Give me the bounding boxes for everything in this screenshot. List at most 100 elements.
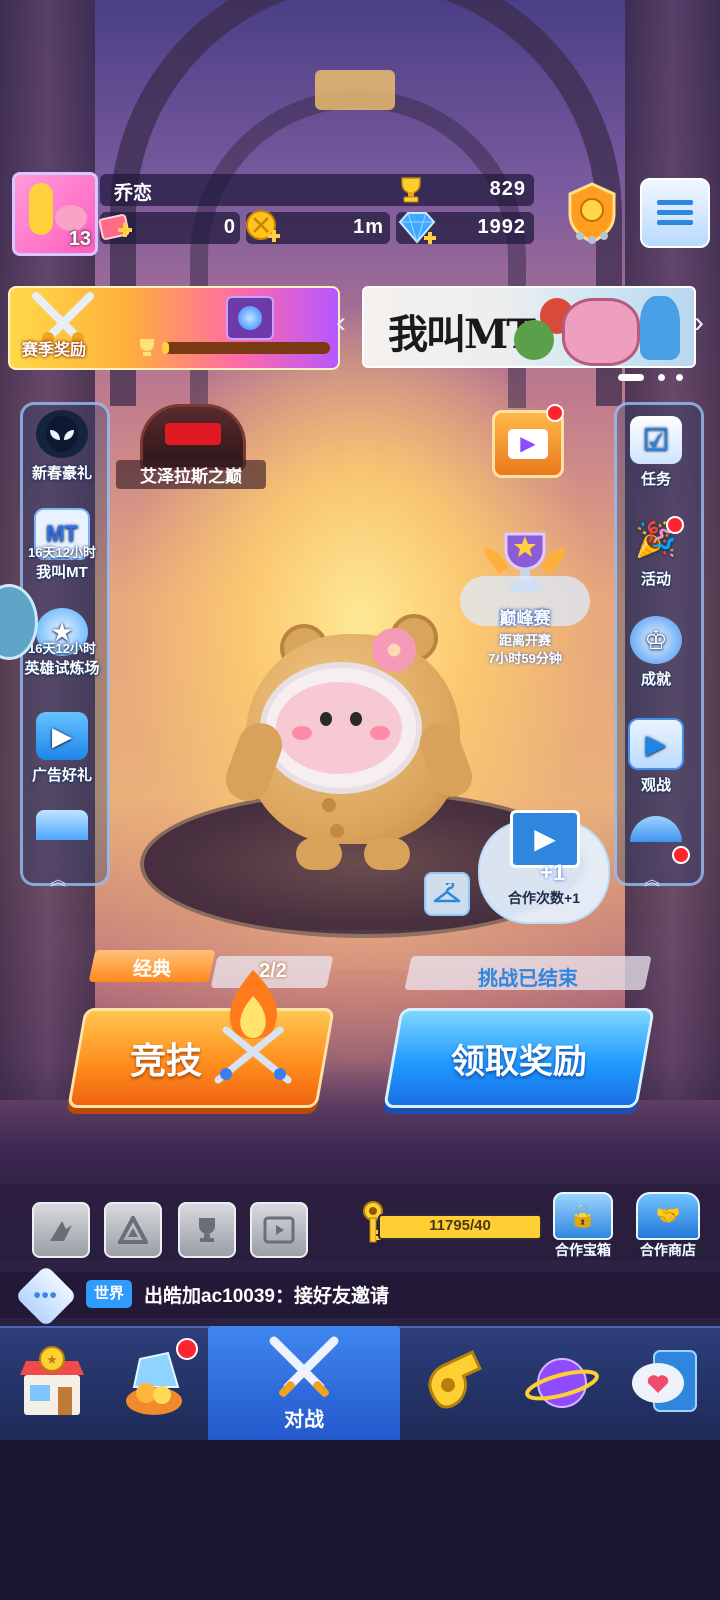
player-level: 13 xyxy=(68,228,91,250)
gacha-notification-dot xyxy=(176,1338,198,1360)
right-item-label: 观战 xyxy=(640,777,671,794)
ticket-add-icon[interactable] xyxy=(98,212,134,244)
boss-label: 艾泽拉斯之巅 xyxy=(116,460,266,489)
rank-tool-button[interactable] xyxy=(104,1202,162,1258)
nav-tab-shop[interactable]: ★ xyxy=(2,1328,102,1438)
season-reward-label: 赛季奖励 xyxy=(22,342,87,359)
nav-tab-world[interactable] xyxy=(512,1328,612,1438)
claim-reward-label: 领取奖励 xyxy=(451,1042,587,1081)
nav-tab-coach[interactable] xyxy=(408,1328,508,1438)
coop-plus: +1 xyxy=(540,860,566,885)
flame-swords-icon xyxy=(210,950,296,1090)
main-menu-button[interactable] xyxy=(640,178,710,248)
chat-dots-icon: ••• xyxy=(33,1284,59,1307)
chat-message: 出皓加ac10039：接好友邀请 xyxy=(144,1286,389,1307)
right-item-label: 任务 xyxy=(640,471,671,488)
right-item-tasks[interactable]: ☑ 任务 xyxy=(614,416,698,489)
key-progress-bar: 11795/40 xyxy=(378,1214,542,1240)
events-notification-dot xyxy=(666,516,684,534)
nav-tab-social[interactable] xyxy=(616,1328,716,1438)
peak-countdown-label: 距离开赛 xyxy=(498,633,551,648)
checkbox-icon: ☑ xyxy=(630,416,682,464)
nav-tab-battle[interactable]: 对战 xyxy=(208,1326,400,1440)
event-pink-monster xyxy=(562,298,640,366)
challenge-status: 挑战已结束 xyxy=(478,968,578,990)
chat-heart-icon xyxy=(632,1350,697,1412)
player-name: 乔恋 xyxy=(114,183,153,204)
right-panel-scroll-up[interactable]: ︽ xyxy=(644,866,660,890)
event-goblin xyxy=(514,320,554,360)
chat-channel-badge: 世界 xyxy=(86,1280,132,1308)
triangle-logo-icon xyxy=(118,1216,148,1244)
compete-label: 竞技 xyxy=(129,1040,202,1081)
venom-mask-icon xyxy=(36,410,88,458)
gem-add-icon[interactable] xyxy=(396,210,438,246)
character-eyes xyxy=(320,712,332,726)
svg-text:★: ★ xyxy=(46,1353,58,1368)
coop-chest-button[interactable]: 🔒 合作宝箱 xyxy=(546,1192,620,1262)
player-avatar[interactable]: 13 xyxy=(12,172,98,256)
character-flower-icon xyxy=(372,628,416,672)
season-reward-banner[interactable]: 赛季奖励 xyxy=(8,286,340,370)
coop-bonus-label: 合作次数+1 xyxy=(508,890,580,906)
video-play-icon: ▶ xyxy=(508,429,548,459)
right-item-spectate[interactable]: ▶ 观战 xyxy=(614,718,698,795)
lock-chest-icon: 🔒 xyxy=(553,1192,613,1240)
peak-countdown: 7小时59分钟 xyxy=(488,651,562,666)
bottom-empty-area xyxy=(0,1440,720,1600)
mode-tag-classic-label: 经典 xyxy=(132,959,171,980)
nav-battle-label: 对战 xyxy=(284,1408,324,1431)
banner-prev-arrow[interactable]: ‹ xyxy=(336,306,346,340)
trophy-tool-button[interactable] xyxy=(178,1202,236,1258)
right-item-label: 活动 xyxy=(640,571,671,588)
left-item-label: 我叫MT xyxy=(36,564,88,581)
character-face-hood xyxy=(260,662,422,794)
player-character[interactable] xyxy=(219,612,478,892)
peak-match-entry[interactable]: 巅峰赛 距离开赛 7小时59分钟 xyxy=(460,528,590,678)
coop-chest-label: 合作宝箱 xyxy=(555,1242,611,1258)
left-item-label: 广告好礼 xyxy=(31,767,92,784)
left-item-timer: 16天12小时 xyxy=(28,545,96,560)
banner-next-arrow[interactable]: › xyxy=(694,306,704,340)
left-item-ad-gift[interactable]: ▶ 广告好礼 xyxy=(20,712,104,785)
left-item-partial-icon xyxy=(36,810,88,840)
trophy-count: 829 xyxy=(489,178,526,200)
cup-icon xyxy=(199,1218,215,1242)
coin-add-icon[interactable] xyxy=(244,208,282,246)
tv-play-icon: ▶ xyxy=(628,718,684,770)
shop-icon: ★ xyxy=(20,1346,84,1415)
left-item-label: 新春豪礼 xyxy=(31,465,92,482)
ticket-count: 0 xyxy=(223,216,236,238)
rank-medal-icon[interactable] xyxy=(560,180,624,246)
right-item-achievements[interactable]: ♔ 成就 xyxy=(614,616,698,689)
video-chest-notification-dot xyxy=(546,404,564,422)
coop-shop-button[interactable]: 🤝 合作商店 xyxy=(628,1192,708,1262)
right-item-label: 成就 xyxy=(640,671,671,688)
key-progress-text: 11795/40 xyxy=(429,1217,491,1234)
left-panel-scroll-up[interactable]: ︽ xyxy=(50,866,66,890)
right-partial-notification-dot xyxy=(672,846,690,864)
coop-shop-label: 合作商店 xyxy=(640,1242,696,1258)
wardrobe-button[interactable] xyxy=(424,872,470,916)
upgrade-arrows-icon xyxy=(50,1221,72,1241)
crown-star-icon: ♔ xyxy=(630,616,682,664)
left-item-label: 英雄试炼场 xyxy=(24,660,100,677)
replay-tool-button[interactable] xyxy=(250,1202,308,1258)
left-item-mt[interactable]: MT 16天12小时 我叫MT xyxy=(20,508,104,582)
character-feet xyxy=(296,838,342,870)
upgrade-tool-button[interactable] xyxy=(32,1202,90,1258)
claim-reward-button[interactable]: 领取奖励 xyxy=(383,1008,655,1108)
season-chest-icon xyxy=(226,296,274,340)
trophy-icon xyxy=(396,176,426,204)
left-item-new-year-gift[interactable]: 新春豪礼 xyxy=(20,410,104,483)
peak-match-title: 巅峰赛 xyxy=(499,609,551,628)
right-item-events[interactable]: 🎉 活动 xyxy=(614,516,698,589)
planet-icon xyxy=(525,1358,599,1408)
hamburger-icon xyxy=(657,200,693,225)
avatar-character xyxy=(29,183,53,235)
handshake-shop-icon: 🤝 xyxy=(636,1192,700,1240)
season-trophy-icon xyxy=(136,338,158,358)
event-banner[interactable]: 我叫MT xyxy=(362,286,696,368)
coop-bonus-bubble[interactable]: ▶ +1 合作次数+1 xyxy=(478,810,610,924)
boss-portal[interactable]: 艾泽拉斯之巅 xyxy=(116,404,266,492)
